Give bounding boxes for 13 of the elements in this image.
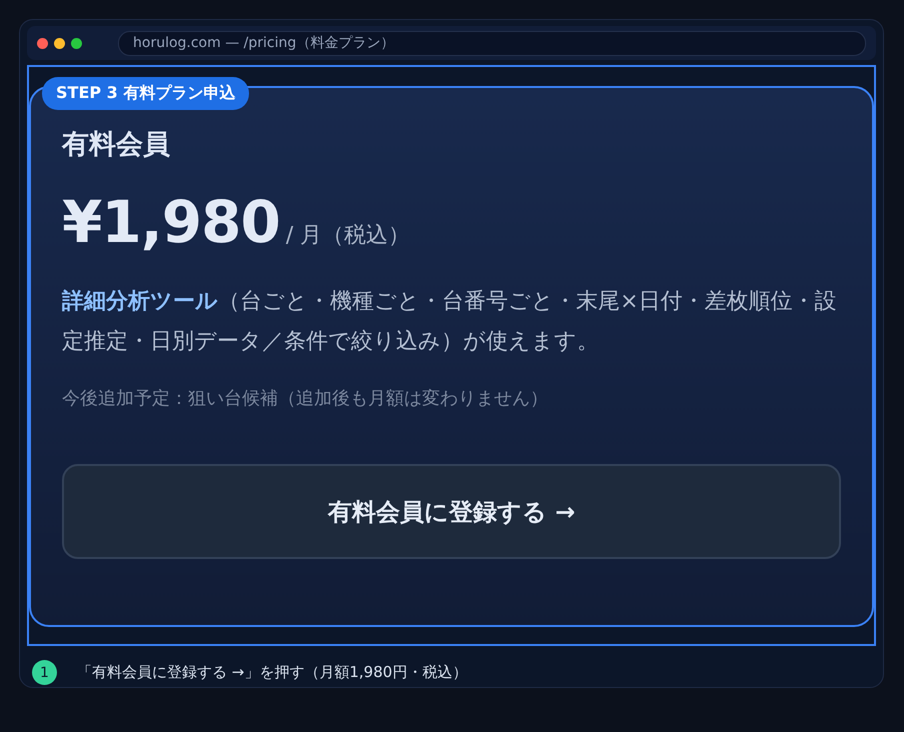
address-bar[interactable]: horulog.com — /pricing（料金プラン） <box>118 30 866 56</box>
close-dot-icon[interactable] <box>37 38 48 48</box>
plan-title: 有料会員 <box>62 128 171 162</box>
maximize-dot-icon[interactable] <box>71 38 82 48</box>
step-number: 1 <box>32 660 57 685</box>
price-unit: / 月（税込） <box>286 222 410 250</box>
step-text: 「有料会員に登録する →」を押す（月額1,980円・税込） <box>77 663 468 682</box>
step-badge: STEP 3 有料プラン申込 <box>42 77 250 110</box>
register-button[interactable]: 有料会員に登録する → <box>62 464 841 559</box>
minimize-dot-icon[interactable] <box>54 38 65 48</box>
plan-note: 今後追加予定：狙い台候補（追加後も月額は変わりません） <box>62 387 549 410</box>
plan-description: 詳細分析ツール（台ごと・機種ごと・台番号ごと・末尾×日付・差枚順位・設定推定・日別データ／条件で絞り込み）が使えます。 <box>62 288 838 356</box>
price: ¥1,980 <box>62 188 280 256</box>
